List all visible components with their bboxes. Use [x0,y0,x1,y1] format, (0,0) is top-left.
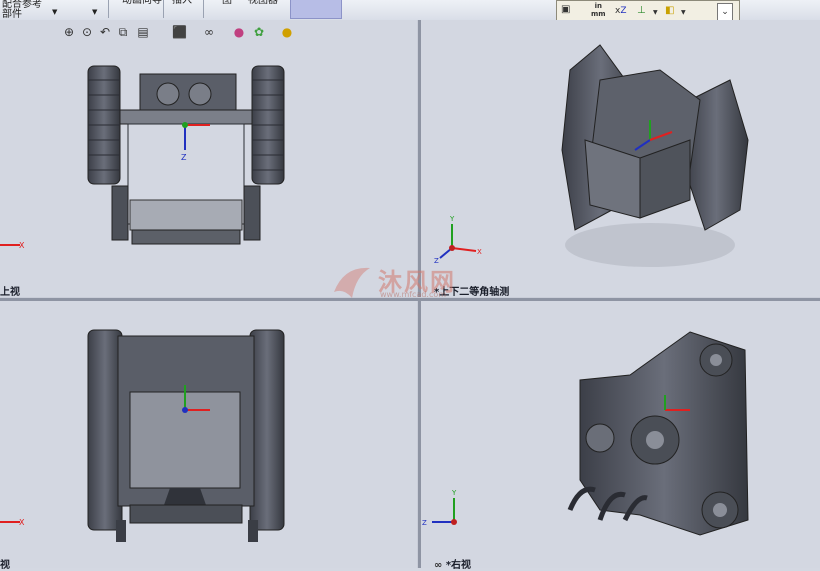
triad-icon[interactable]: ⊥ [637,6,646,16]
units-icon[interactable]: in mm [591,2,606,18]
expand-chevron-icon[interactable]: ⌄ [717,3,733,21]
appearance-icon[interactable]: ◧ [665,6,674,16]
toolbar-separator [163,0,164,18]
edit-appearance-icon[interactable]: ● [232,25,246,39]
viewport-top-right[interactable] [420,20,820,297]
scene-icon[interactable]: ✿ [252,25,266,39]
viewport-bottom-left[interactable] [0,300,417,568]
view-orientation-icon[interactable]: ▤ [136,25,150,39]
active-toolbar-tab[interactable] [290,0,342,19]
view-icon-button[interactable]: 图 [222,0,232,16]
section-view-icon[interactable]: ⧉ [116,25,130,39]
viewport-top-left[interactable] [0,20,417,297]
toolbar-separator [203,0,204,18]
coordinate-system-icon[interactable]: xZ [615,6,627,16]
viewport-label-front: 视 [0,560,10,571]
previous-view-icon[interactable]: ↶ [98,25,112,39]
viewport-label-right-text: *右视 [445,560,472,571]
zoom-to-fit-icon[interactable]: ⊕ [62,25,76,39]
part-label: 部件 [2,9,22,20]
display-icon[interactable]: ▣ [561,5,570,15]
dropdown-arrow-icon[interactable]: ▼ [681,8,686,18]
animation-wizard-button[interactable]: 动画向导 [122,0,162,16]
viewer-button[interactable]: 视图器 [248,0,278,16]
units-mm-label: mm [591,10,606,18]
watermark-url: www.mfcad.com [380,290,447,299]
watermark-logo-icon [334,267,370,298]
viewport-bottom-right[interactable] [420,300,820,568]
display-style-icon[interactable]: ⬛ [172,25,187,39]
hide-show-icon[interactable]: ∞ [202,25,216,39]
dropdown-arrow-icon[interactable]: ▼ [653,8,658,18]
axis-z-label: Z [620,6,627,16]
link-views-icon[interactable]: ∞ [434,560,442,571]
toolbar-separator [108,0,109,18]
view-settings-icon[interactable]: ● [280,25,294,39]
viewport-label-top: 上视 [0,287,20,298]
zoom-area-icon[interactable]: ⊙ [80,25,94,39]
units-in-label: in [594,2,602,10]
viewport-label-right: ∞ *右视 [434,556,471,571]
insert-button[interactable]: 插入 [172,0,192,16]
watermark: 沐风网 www.mfcad.com [330,262,500,302]
mate-reference-button[interactable]: 配合参考 部件 [2,0,42,20]
